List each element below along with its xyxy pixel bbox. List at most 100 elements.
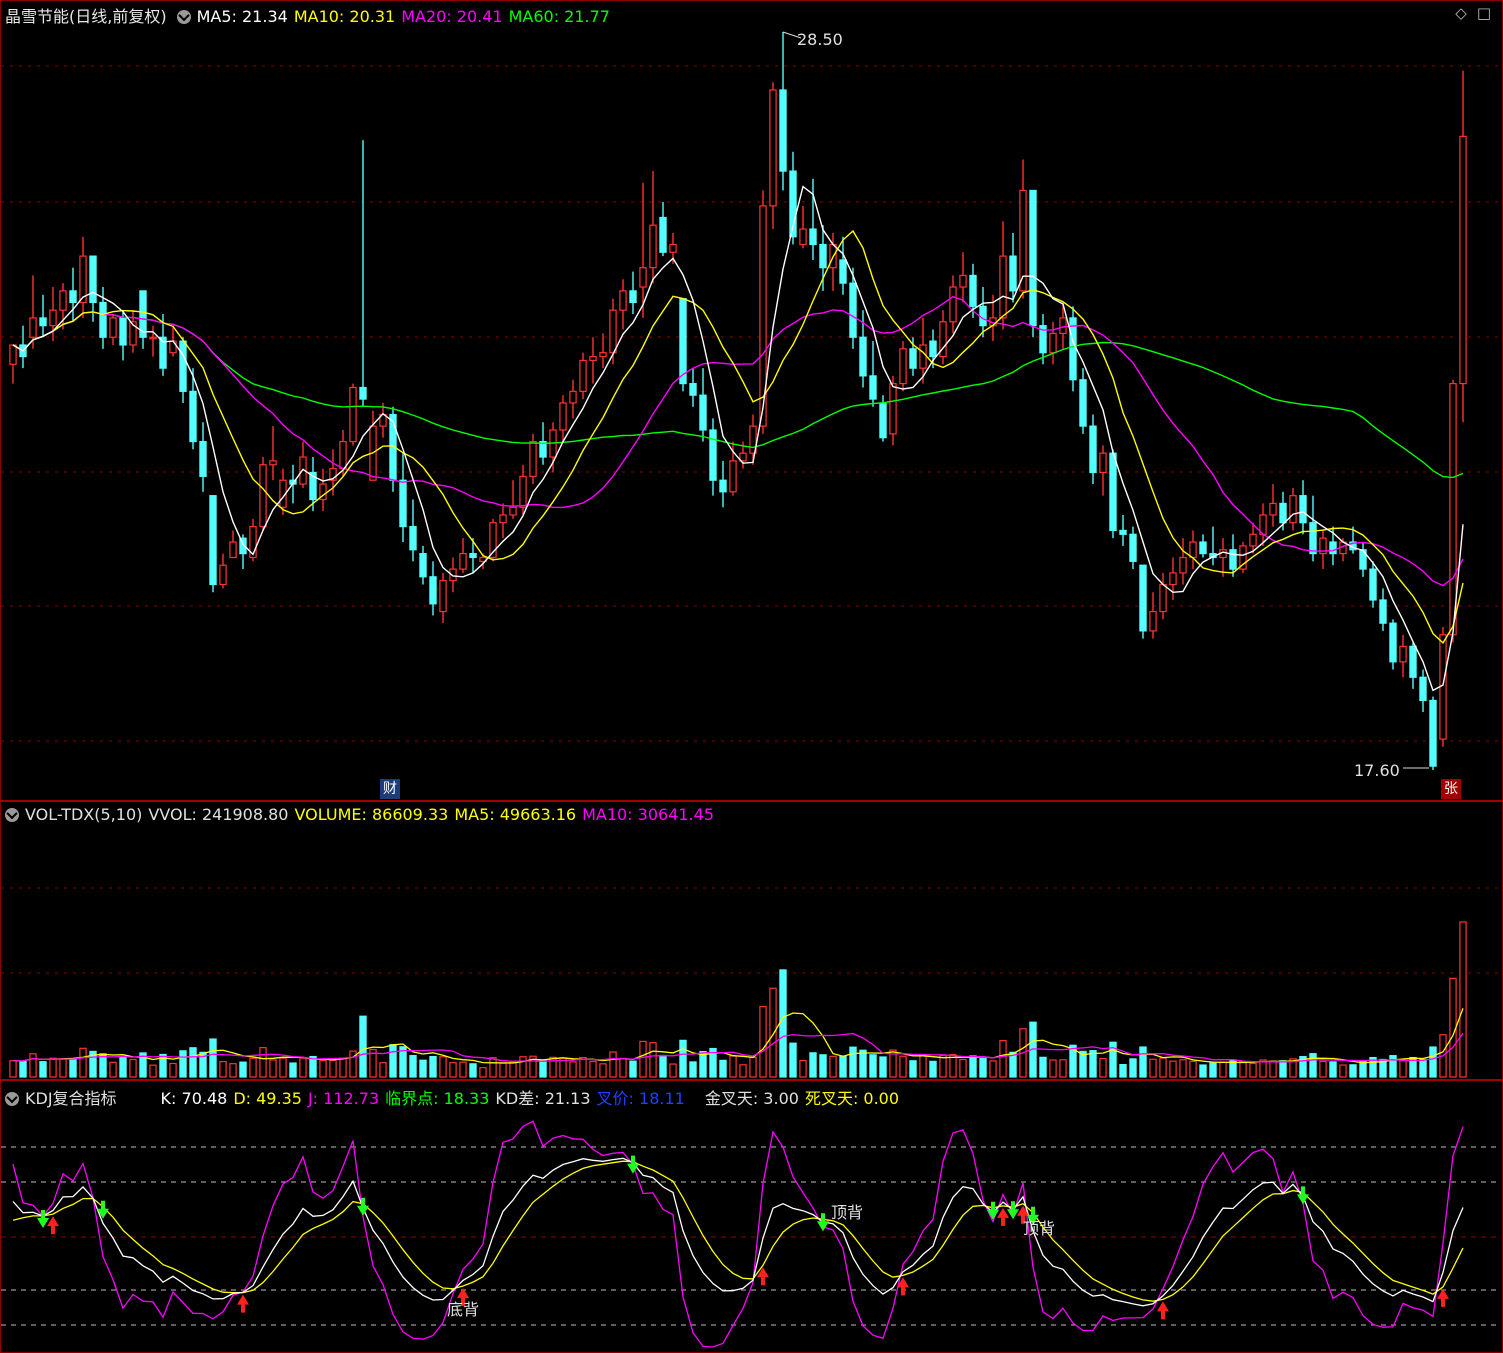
volume-bar: [829, 1055, 837, 1078]
candle-body: [509, 506, 517, 516]
volume-bar: [1309, 1053, 1317, 1078]
candle-body: [599, 352, 607, 358]
death-cross-arrow-icon: [987, 1201, 999, 1220]
candle-body: [719, 479, 727, 493]
volume-pane[interactable]: VOL-TDX(5,10) VVOL: 241908.80 VOLUME: 8660…: [1, 802, 1501, 1079]
volume-bar: [1399, 1059, 1407, 1078]
dropdown-icon[interactable]: [176, 10, 191, 24]
volume-bar: [819, 1054, 827, 1078]
candle-body: [969, 274, 977, 307]
diamond-icon[interactable]: ◇: [1455, 4, 1467, 22]
price-infobar: 晶雪节能(日线,前复权) MA5: 21.34 MA10: 20.31 MA20: 2…: [5, 3, 616, 26]
candle-body: [669, 243, 677, 253]
volume-bar: [189, 1047, 197, 1078]
volume-bar: [249, 1057, 257, 1078]
volume-bar: [79, 1047, 87, 1078]
candle-body: [519, 475, 527, 508]
candle-body: [1139, 564, 1147, 632]
pane-divider[interactable]: [0, 1079, 1503, 1081]
volume-bar: [1219, 1061, 1227, 1078]
volume-bar: [449, 1062, 457, 1078]
chart-mode[interactable]: (日线,前复权): [69, 7, 167, 26]
candle-body: [689, 383, 697, 396]
candle-body: [1389, 622, 1397, 663]
death-cross-arrow-icon: [357, 1197, 369, 1216]
kdj-chart[interactable]: [1, 1082, 1501, 1351]
volume-bar: [569, 1061, 577, 1078]
volume-bar: [619, 1057, 627, 1078]
candlestick-chart[interactable]: [1, 0, 1501, 800]
volume-chart[interactable]: [1, 802, 1501, 1079]
volume-bar: [629, 1060, 637, 1078]
candle-body: [779, 89, 787, 172]
candle-body: [819, 243, 827, 269]
candle-body: [429, 576, 437, 605]
candle-body: [869, 375, 877, 400]
volume-bar: [1259, 1059, 1267, 1078]
candle-body: [1229, 549, 1237, 570]
ma10-label: MA10: 20.31: [293, 7, 396, 26]
candle-body: [839, 259, 847, 284]
ma5-line: [12, 185, 1464, 692]
candle-body: [29, 317, 37, 338]
volume-bar: [599, 1063, 607, 1078]
golden-cross-arrow-icon: [1437, 1288, 1449, 1307]
high-price-label: 28.50: [797, 30, 843, 49]
volume-bar: [1329, 1061, 1337, 1078]
volume-bar: [579, 1056, 587, 1078]
top-divergence-label: 顶背: [831, 1203, 864, 1222]
candle-body: [1009, 255, 1017, 292]
candle-body: [1199, 541, 1207, 555]
d-label: D: 49.35: [233, 1089, 302, 1108]
candle-body: [199, 440, 207, 477]
stock-name[interactable]: 晶雪节能: [5, 7, 69, 26]
candle-body: [929, 340, 937, 358]
volume-infobar: VOL-TDX(5,10) VVOL: 241908.80 VOLUME: 8660…: [5, 805, 720, 827]
volume-bar: [1089, 1050, 1097, 1078]
volume-label: VOLUME: 86609.33: [294, 805, 449, 824]
volume-bar: [339, 1057, 347, 1078]
golden-days-label: 金叉天: 3.00: [704, 1089, 799, 1108]
dropdown-icon[interactable]: [5, 808, 19, 822]
candle-body: [1429, 699, 1437, 767]
death-cross-arrow-icon: [627, 1155, 639, 1174]
volume-bar: [1199, 1064, 1207, 1078]
candle-body: [879, 402, 887, 439]
vvol-label: VVOL: 241908.80: [148, 805, 289, 824]
candle-body: [99, 301, 107, 338]
candle-body: [909, 348, 917, 369]
kdj-pane[interactable]: KDJ复合指标 K: 70.48 D: 49.35 J: 112.73 临界点: 18.…: [1, 1082, 1501, 1351]
ma10-line: [12, 229, 1464, 644]
volume-bar: [489, 1057, 497, 1078]
volume-bar: [939, 1054, 947, 1078]
kdj-title[interactable]: KDJ复合指标: [25, 1089, 117, 1108]
volume-bar: [299, 1057, 307, 1078]
candle-body: [1419, 676, 1427, 702]
dropdown-icon[interactable]: [5, 1092, 19, 1106]
candle-body: [569, 390, 577, 404]
vol-title[interactable]: VOL-TDX(5,10): [25, 805, 142, 824]
price-pane[interactable]: 晶雪节能(日线,前复权) MA5: 21.34 MA10: 20.31 MA20: 2…: [1, 0, 1501, 800]
window-controls: ◇ □: [1445, 4, 1491, 22]
maximize-icon[interactable]: □: [1477, 4, 1491, 22]
volume-bar: [329, 1059, 337, 1078]
candle-body: [799, 228, 807, 246]
low-price-label: 17.60: [1354, 761, 1400, 780]
candle-body: [639, 267, 647, 288]
volume-bar: [1039, 1056, 1047, 1078]
volume-bar: [39, 1061, 47, 1078]
volume-bar: [639, 1040, 647, 1078]
volume-bar: [539, 1059, 547, 1078]
candle-body: [1179, 556, 1187, 574]
volume-bar: [1189, 1060, 1197, 1078]
volume-bar: [769, 987, 777, 1078]
volume-bar: [919, 1054, 927, 1078]
candle-body: [1169, 572, 1177, 586]
volume-bar: [279, 1057, 287, 1078]
candle-body: [1459, 135, 1467, 385]
volume-bar: [169, 1062, 177, 1078]
volume-bar: [459, 1061, 467, 1078]
candle-body: [49, 309, 57, 327]
candle-body: [1289, 495, 1297, 524]
finance-badge[interactable]: 财: [380, 779, 400, 799]
